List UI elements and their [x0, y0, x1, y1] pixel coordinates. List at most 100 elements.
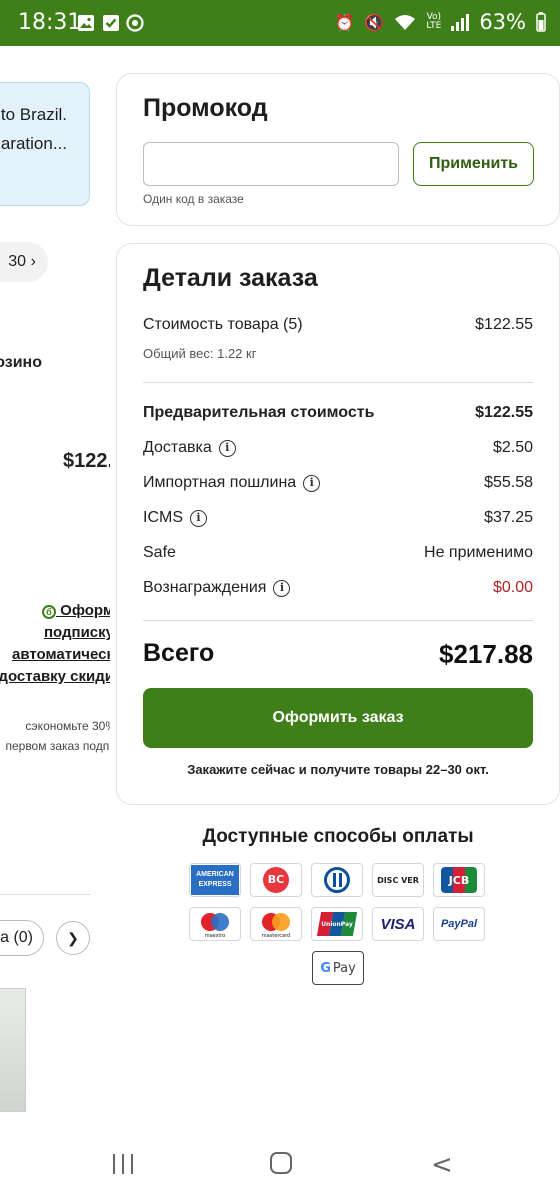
payment-row-2: maestro mastercard UnionPay VISA PayPal [189, 907, 485, 941]
mastercard-text: mastercard [261, 933, 291, 939]
paypal-logo: PayPal [433, 907, 485, 941]
duty-value: $55.58 [484, 474, 533, 491]
battery-text: 63% [479, 10, 526, 34]
shipping-row: Доставка i $2.50 [143, 439, 533, 457]
google-pay-logo: G Pay [312, 951, 364, 985]
shipping-label: Доставка [143, 439, 212, 456]
icms-value: $37.25 [484, 509, 533, 526]
duty-label: Импортная пошлина [143, 474, 297, 491]
divider [143, 382, 533, 383]
info-icon[interactable]: i [190, 509, 207, 527]
wifi-icon [395, 15, 416, 30]
icms-row: ICMS i $37.25 [143, 509, 533, 527]
partial-label: озино [0, 354, 42, 371]
payment-title: Доступные способы оплаты [202, 826, 474, 847]
checkbox-icon [103, 15, 119, 31]
shipping-notice: to Brazil. aration... [0, 82, 90, 206]
payment-row-1: AMERICAN EXPRESS BC DISC VER JCB [189, 863, 485, 897]
pill-text: 30 [8, 253, 26, 270]
diners-club-logo [311, 863, 363, 897]
info-icon[interactable]: i [303, 474, 321, 492]
alarm-icon: ⏰ [334, 12, 355, 32]
subtotal-row: Предварительная стоимость $122.55 [143, 404, 533, 422]
icms-label: ICMS [143, 509, 183, 526]
gpay-text: Pay [332, 960, 356, 976]
promo-title: Промокод [143, 94, 268, 122]
bc-card-logo: BC [250, 863, 302, 897]
visa-text: VISA [380, 915, 416, 933]
unionpay-logo: UnionPay [311, 907, 363, 941]
subscribe-note: сэкономьте 30% первом заказ подпи [5, 719, 110, 753]
amex-text-1: AMERICAN [196, 871, 234, 878]
amex-logo: AMERICAN EXPRESS [189, 863, 241, 897]
discover-logo: DISC VER [372, 863, 424, 897]
gpay-g: G [320, 960, 331, 976]
next-button[interactable]: ❯ [56, 921, 90, 955]
chevron-right-icon: ❯ [67, 930, 79, 946]
rewards-row: Вознаграждения i $0.00 [143, 579, 533, 597]
subtotal-label: Предварительная стоимость [143, 404, 375, 421]
checkout-button[interactable]: Оформить заказ [143, 688, 533, 748]
sync-icon [126, 14, 144, 32]
order-details-card: Детали заказа Стоимость товара (5) $122.… [116, 243, 560, 805]
subtotal-value: $122.55 [475, 404, 533, 421]
apply-button[interactable]: Применить [413, 142, 534, 186]
delivery-note: Закажите сейчас и получите товары 22–30 … [187, 762, 489, 777]
volte-icon: Vo) LTE [426, 12, 442, 31]
back-icon[interactable]: < [431, 1150, 453, 1180]
info-icon[interactable]: i [218, 439, 236, 457]
notice-line-2: aration... [0, 134, 67, 153]
weight-text: Общий вес: 1.22 кг [143, 346, 257, 361]
items-value: $122.55 [475, 316, 533, 333]
visa-logo: VISA [372, 907, 424, 941]
maestro-logo: maestro [189, 907, 241, 941]
recent-apps-icon[interactable] [113, 1154, 133, 1174]
total-label: Всего [143, 639, 215, 667]
notice-line-1: to Brazil. [0, 105, 67, 124]
safe-row: Safe Не применимо [143, 544, 533, 562]
bc-text: BC [263, 867, 289, 893]
info-icon[interactable]: i [273, 579, 291, 597]
cart-pill[interactable]: а (0) [0, 920, 44, 956]
items-row: Стоимость товара (5) $122.55 [143, 316, 533, 334]
count-pill[interactable]: 30 › [0, 242, 48, 282]
status-right-icons: ⏰ 🔇 Vo) LTE 63% [335, 10, 547, 34]
unionpay-text: UnionPay [321, 920, 353, 928]
promo-hint: Один код в заказе [143, 192, 244, 206]
chevron-right-icon: › [30, 253, 36, 270]
order-title: Детали заказа [143, 264, 318, 292]
rewards-label: Вознаграждения [143, 579, 267, 596]
subscribe-link[interactable]: б Оформ подписку автоматическ доставку с… [0, 600, 110, 688]
total-row: Всего $217.88 [143, 639, 533, 670]
left-panel: to Brazil. aration... 30 › озино $122.5 … [0, 46, 110, 1116]
shipping-value: $2.50 [492, 439, 533, 456]
divider [0, 894, 90, 895]
amex-text-2: EXPRESS [198, 881, 232, 888]
product-thumbnail[interactable] [0, 988, 26, 1112]
signal-icon [451, 13, 470, 31]
navigation-bar: < [0, 1128, 560, 1200]
promo-card: Промокод Применить Один код в заказе [116, 73, 560, 226]
jcb-text: JCB [448, 873, 470, 887]
gallery-icon [78, 15, 94, 31]
divider [143, 620, 533, 621]
home-icon[interactable] [270, 1152, 292, 1174]
total-value: $217.88 [439, 639, 533, 669]
paypal-text: PayPal [440, 918, 478, 930]
maestro-text: maestro [204, 933, 226, 939]
duty-row: Импортная пошлина i $55.58 [143, 474, 533, 492]
mastercard-logo: mastercard [250, 907, 302, 941]
promo-code-input[interactable] [143, 142, 399, 186]
mute-icon: 🔇 [364, 12, 385, 32]
discover-text: DISC VER [377, 875, 419, 885]
safe-label: Safe [143, 544, 176, 561]
status-time: 18:31 [18, 10, 82, 35]
partial-price: $122.5 [63, 450, 110, 472]
battery-icon [536, 12, 546, 32]
jcb-logo: JCB [433, 863, 485, 897]
rewards-value: $0.00 [492, 579, 533, 596]
safe-value: Не применимо [424, 544, 533, 561]
status-bar: 18:31 ⏰ 🔇 Vo) LTE 63% [0, 0, 560, 46]
items-label: Стоимость товара (5) [143, 316, 303, 333]
autoship-icon: б [42, 605, 56, 619]
